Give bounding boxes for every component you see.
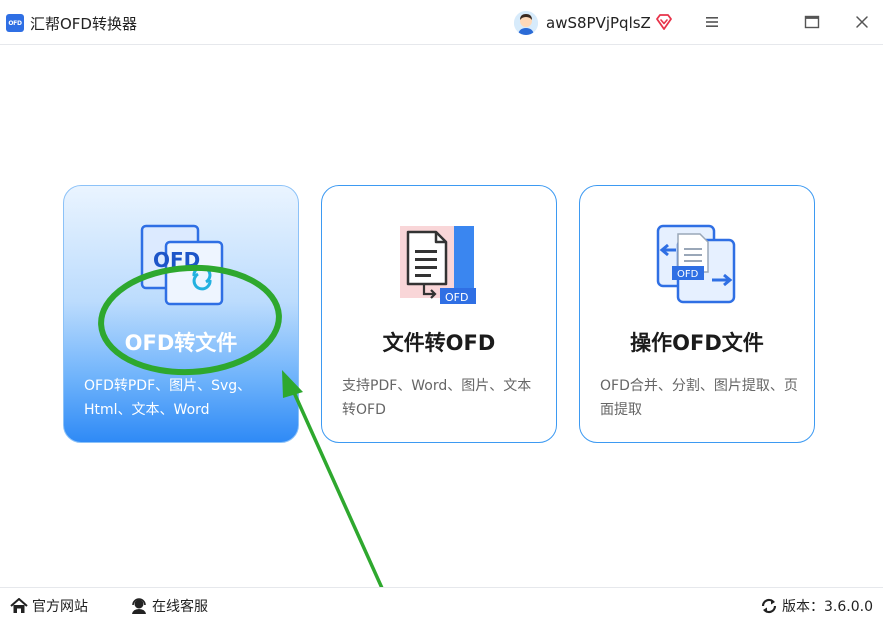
ofd-operate-icon: OFD [656,222,742,308]
title-bar: OFD 汇帮OFD转换器 awS8PVjPqlsZ [0,0,883,45]
customer-service-icon [132,598,146,614]
official-website-label: 官方网站 [32,599,88,615]
card-description: 支持PDF、Word、图片、文本转OFD [342,378,532,418]
file-to-ofd-icon-label: OFD [445,291,468,304]
menu-icon[interactable] [702,12,722,32]
online-support-label: 在线客服 [152,599,208,615]
file-to-ofd-icon: OFD [398,222,484,308]
card-description: OFD合并、分割、图片提取、页面提取 [600,378,798,418]
user-avatar[interactable] [514,11,538,35]
card-operate-ofd[interactable]: OFD 操作OFD文件 OFD合并、分割、图片提取、页面提取 [579,185,815,443]
close-icon[interactable] [852,12,872,32]
username[interactable]: awS8PVjPqlsZ [546,13,651,33]
maximize-icon[interactable] [802,12,822,32]
version-label: 版本：3.6.0.0 [782,599,873,615]
card-ofd-to-file[interactable]: OFD OFD转文件 OFD转PDF、图片、Svg、Html、文本、Word [63,185,299,443]
official-website-link[interactable]: 官方网站 [10,596,88,616]
app-logo: OFD [6,14,24,32]
card-title: 操作OFD文件 [630,331,764,355]
vip-diamond-icon[interactable] [655,13,673,31]
ofd-to-file-icon: OFD [140,222,226,308]
card-file-to-ofd[interactable]: OFD 文件转OFD 支持PDF、Word、图片、文本转OFD [321,185,557,443]
card-title: OFD转文件 [124,331,238,355]
ofd-to-file-icon-label: OFD [153,248,200,272]
card-description: OFD转PDF、图片、Svg、Html、文本、Word [84,378,252,418]
online-support-link[interactable]: 在线客服 [130,596,208,616]
home-icon [10,598,28,613]
ofd-operate-icon-label: OFD [677,269,699,280]
footer-bar: 官方网站 在线客服 版本：3.6.0.0 [0,587,883,624]
refresh-icon[interactable] [760,598,778,614]
app-title: 汇帮OFD转换器 [30,15,137,33]
version-info: 版本：3.6.0.0 [760,596,873,616]
card-title: 文件转OFD [382,331,496,355]
